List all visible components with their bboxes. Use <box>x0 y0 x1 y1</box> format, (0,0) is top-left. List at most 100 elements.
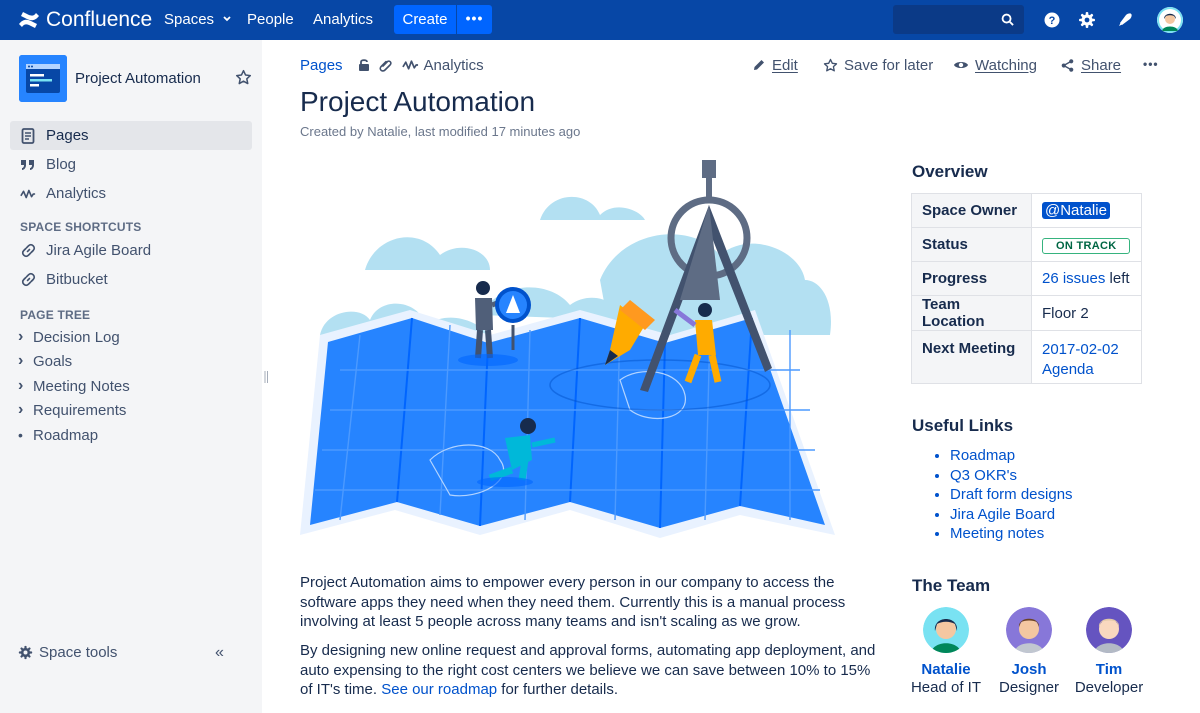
share-icon <box>1061 58 1074 72</box>
tree-item-label: Goals <box>33 352 73 370</box>
collapse-sidebar-button[interactable]: « <box>215 644 224 662</box>
sidebar-item-pages[interactable]: Pages <box>10 121 252 150</box>
avatar <box>1086 607 1132 653</box>
list-item[interactable]: Q3 OKR's <box>950 466 1073 486</box>
team-member-josh[interactable]: Josh Designer <box>989 607 1069 696</box>
avatar-image <box>1006 607 1052 653</box>
space-tools-button[interactable]: Space tools <box>18 644 117 661</box>
sidebar-resize-handle[interactable] <box>262 370 270 384</box>
team-heading: The Team <box>912 576 991 595</box>
bullet-icon: • <box>18 427 23 443</box>
progress-key: Progress <box>911 261 1032 296</box>
page-tree-heading: PAGE TREE <box>20 308 91 322</box>
search-input[interactable] <box>893 5 1024 34</box>
sidebar-item-label: Pages <box>46 127 89 144</box>
sidebar-item-label: Bitbucket <box>46 271 108 288</box>
quote-icon <box>20 157 36 173</box>
expand-chevron-icon[interactable]: › <box>18 377 33 395</box>
useful-links-heading: Useful Links <box>912 416 1014 435</box>
notifications-icon[interactable] <box>1116 11 1134 29</box>
space-owner-key: Space Owner <box>911 193 1032 228</box>
page-byline: Created by Natalie, last modified 17 min… <box>300 124 581 139</box>
search-icon <box>1001 13 1014 26</box>
help-icon[interactable]: ? <box>1043 11 1061 29</box>
member-name[interactable]: Josh <box>989 661 1069 678</box>
intro-paragraph: Project Automation aims to empower every… <box>300 574 846 630</box>
sidebar-item-analytics[interactable]: Analytics <box>10 179 252 208</box>
expand-chevron-icon[interactable]: › <box>18 328 33 346</box>
overview-table: Space Owner @Natalie Status ON TRACK Pro… <box>911 193 1142 384</box>
issues-link[interactable]: 26 issues <box>1042 270 1105 287</box>
save-for-later-button[interactable]: Save for later <box>823 55 933 75</box>
edit-button[interactable]: Edit <box>752 55 798 75</box>
create-more-button[interactable]: ••• <box>457 5 492 34</box>
tree-item-roadmap[interactable]: • Roadmap <box>18 424 98 446</box>
nav-people[interactable]: People <box>247 0 294 40</box>
tree-item-goals[interactable]: › Goals <box>18 350 72 372</box>
create-button[interactable]: Create <box>394 5 456 34</box>
tree-item-requirements[interactable]: › Requirements <box>18 399 126 421</box>
share-button[interactable]: Share <box>1060 55 1121 75</box>
expand-chevron-icon[interactable]: › <box>18 352 33 370</box>
sidebar: Project Automation Pages Blog Analytics … <box>0 40 262 713</box>
team-member-tim[interactable]: Tim Developer <box>1069 607 1149 696</box>
lock-icon[interactable] <box>357 58 371 72</box>
page-title: Project Automation <box>300 86 536 117</box>
meeting-date-link[interactable]: 2017-02-02 <box>1042 340 1131 360</box>
useful-links-list: Roadmap Q3 OKR's Draft form designs Jira… <box>931 446 1073 544</box>
tree-item-label: Decision Log <box>33 328 120 346</box>
overview-heading: Overview <box>912 162 988 181</box>
user-avatar-image <box>1157 7 1183 33</box>
table-row: Space Owner @Natalie <box>911 193 1142 228</box>
tree-item-decision-log[interactable]: › Decision Log <box>18 326 120 348</box>
breadcrumb-pages[interactable]: Pages <box>300 57 343 74</box>
progress-tail: left <box>1109 270 1130 287</box>
table-row: Team Location Floor 2 <box>911 295 1142 331</box>
list-item[interactable]: Draft form designs <box>950 485 1073 505</box>
status-key[interactable]: Status <box>911 227 1032 262</box>
nav-spaces[interactable]: Spaces <box>164 0 232 40</box>
space-owner-value: @Natalie <box>1031 193 1142 228</box>
sidebar-shortcut-jira[interactable]: Jira Agile Board <box>10 236 252 265</box>
see-roadmap-link[interactable]: See our roadmap <box>381 681 497 698</box>
settings-icon[interactable] <box>1078 11 1096 29</box>
list-item[interactable]: Jira Agile Board <box>950 505 1073 525</box>
list-item[interactable]: Roadmap <box>950 446 1073 466</box>
more-actions-button[interactable]: ••• <box>1143 54 1159 74</box>
user-avatar[interactable] <box>1157 7 1183 33</box>
analytics-icon <box>401 60 418 70</box>
space-name[interactable]: Project Automation <box>75 70 201 87</box>
sidebar-item-blog[interactable]: Blog <box>10 150 252 179</box>
svg-text:?: ? <box>1049 15 1056 27</box>
team-location-key: Team Location <box>911 295 1032 331</box>
hero-illustration <box>300 160 835 538</box>
attachment-icon[interactable] <box>379 58 393 72</box>
nav-spaces-label: Spaces <box>164 11 215 28</box>
nav-analytics[interactable]: Analytics <box>313 0 373 40</box>
sidebar-shortcut-bitbucket[interactable]: Bitbucket <box>10 265 252 294</box>
watching-button[interactable]: Watching <box>953 55 1037 75</box>
confluence-logo[interactable]: Confluence <box>18 6 152 34</box>
team-location-value: Floor 2 <box>1031 295 1142 331</box>
space-shortcuts-heading: SPACE SHORTCUTS <box>20 220 142 234</box>
star-icon[interactable] <box>235 69 252 86</box>
save-for-later-label: Save for later <box>844 56 934 74</box>
member-name[interactable]: Tim <box>1069 661 1149 678</box>
roadmap-paragraph: By designing new online request and appr… <box>300 641 885 700</box>
space-logo[interactable] <box>19 55 67 102</box>
user-mention[interactable]: @Natalie <box>1042 202 1110 219</box>
sidebar-item-label: Jira Agile Board <box>46 242 152 259</box>
team-member-natalie[interactable]: Natalie Head of IT <box>906 607 986 696</box>
member-name[interactable]: Natalie <box>906 661 986 678</box>
expand-chevron-icon[interactable]: › <box>18 401 33 419</box>
tree-item-meeting-notes[interactable]: › Meeting Notes <box>18 375 130 397</box>
analytics-icon <box>20 186 36 202</box>
breadcrumb-analytics[interactable]: Analytics <box>424 57 484 74</box>
breadcrumb: Pages Analytics <box>300 55 484 75</box>
confluence-logo-text: Confluence <box>46 8 153 31</box>
meeting-agenda-link[interactable]: Agenda <box>1042 360 1131 380</box>
avatar <box>923 607 969 653</box>
list-item[interactable]: Meeting notes <box>950 524 1073 544</box>
avatar <box>1006 607 1052 653</box>
status-badge: ON TRACK <box>1042 237 1131 254</box>
